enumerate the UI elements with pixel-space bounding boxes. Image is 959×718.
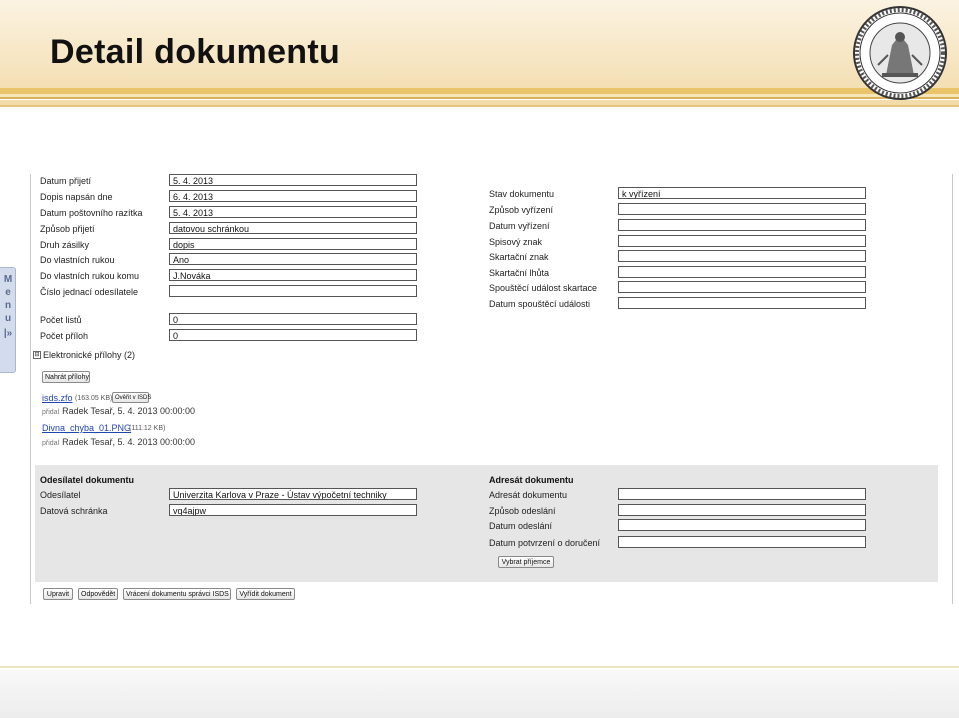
field-label-pocet-priloh: Počet příloh [40, 331, 89, 341]
menu-tab-letter: n [4, 300, 12, 311]
field-label-datum-potvrzeni: Datum potvrzení o doručení [489, 538, 601, 548]
field-label-do-vlastnich-rukou: Do vlastních rukou [40, 255, 115, 265]
zpusob-prijeti-field[interactable]: datovou schránkou [169, 222, 417, 234]
do-vlastnich-rukou-komu-field[interactable]: J.Nováka [169, 269, 417, 281]
attachment-size: (111.12 KB) [129, 425, 166, 432]
skartacni-znak-field[interactable] [618, 250, 866, 262]
upload-attachments-button[interactable]: Nahrát přílohy [42, 371, 90, 383]
reply-button[interactable]: Odpovědět [78, 588, 118, 600]
datum-prijeti-field[interactable]: 5. 4. 2013 [169, 174, 417, 186]
attachment-added-by: přidal Radek Tesař, 5. 4. 2013 00:00:00 [42, 437, 195, 447]
slide-title: Detail dokumentu [50, 33, 341, 71]
adresat-field[interactable] [618, 488, 866, 500]
datum-spousteci-udalosti-field[interactable] [618, 297, 866, 309]
added-by-text: Radek Tesař, 5. 4. 2013 00:00:00 [62, 406, 196, 416]
datum-odeslani-field[interactable] [618, 519, 866, 531]
field-label-zpusob-odeslani: Způsob odeslání [489, 506, 556, 516]
slide-footer [0, 670, 959, 718]
skartacni-lhuta-field[interactable] [618, 266, 866, 278]
sender-heading: Odesílatel dokumentu [40, 475, 135, 485]
menu-side-tab[interactable]: M e n u |» [0, 267, 16, 373]
attachment-size: (163.05 KB) [75, 395, 113, 402]
field-label-spisovy-znak: Spisový znak [489, 237, 543, 247]
druh-zasilky-field[interactable]: dopis [169, 238, 417, 250]
field-label-dopis-napsan: Dopis napsán dne [40, 192, 113, 202]
attachment-added-by: přidal Radek Tesař, 5. 4. 2013 00:00:00 [42, 406, 195, 416]
select-recipient-button[interactable]: Vybrat příjemce [498, 556, 554, 568]
menu-tab-letter: u [4, 313, 12, 324]
added-by-prefix: přidal [42, 409, 60, 416]
field-label-skartacni-znak: Skartační znak [489, 252, 549, 262]
field-label-datum-prijeti: Datum přijetí [40, 176, 92, 186]
zpusob-vyrizeni-field[interactable] [618, 203, 866, 215]
expand-menu-icon: |» [3, 328, 13, 339]
header-stripe [0, 105, 959, 107]
field-label-skartacni-lhuta: Skartační lhůta [489, 268, 550, 278]
spisovy-znak-field[interactable] [618, 235, 866, 247]
pocet-listu-field[interactable]: 0 [169, 313, 417, 325]
field-label-datum-spousteci-udalosti: Datum spouštěcí události [489, 299, 591, 309]
menu-tab-letter: M [3, 274, 13, 285]
edit-button[interactable]: Upravit [43, 588, 73, 600]
field-label-datum-odeslani: Datum odeslání [489, 521, 553, 531]
attachments-heading: Elektronické přílohy (2) [43, 350, 136, 360]
attachment-link[interactable]: Divna_chyba_01.PNG [42, 423, 131, 433]
recipient-heading: Adresát dokumentu [489, 475, 574, 485]
field-label-adresat: Adresát dokumentu [489, 490, 568, 500]
return-to-isds-admin-button[interactable]: Vrácení dokumentu správci ISDS [123, 588, 231, 600]
cislo-jednaci-field[interactable] [169, 285, 417, 297]
field-label-do-vlastnich-rukou-komu: Do vlastních rukou komu [40, 271, 140, 281]
datova-schranka-field[interactable]: vq4ajpw [169, 504, 417, 516]
resolve-document-button[interactable]: Vyřídit dokument [236, 588, 295, 600]
field-label-datova-schranka: Datová schránka [40, 506, 108, 516]
footer-stripe [0, 666, 959, 668]
spousteci-udalost-field[interactable] [618, 281, 866, 293]
field-label-zpusob-vyrizeni: Způsob vyřízení [489, 205, 554, 215]
odesilatel-field[interactable]: Univerzita Karlova v Praze - Ústav výpoč… [169, 488, 417, 500]
field-label-datum-vyrizeni: Datum vyřízení [489, 221, 550, 231]
stav-dokumentu-field[interactable]: k vyřízení [618, 187, 866, 199]
added-by-prefix: přidal [42, 440, 60, 447]
attachment-link[interactable]: isds.zfo [42, 393, 73, 403]
field-label-pocet-listu: Počet listů [40, 315, 82, 325]
pocet-priloh-field[interactable]: 0 [169, 329, 417, 341]
university-seal-logo [853, 6, 947, 100]
datum-razitka-field[interactable]: 5. 4. 2013 [169, 206, 417, 218]
zpusob-odeslani-field[interactable] [618, 504, 866, 516]
field-label-cislo-jednaci: Číslo jednací odesílatele [40, 287, 139, 297]
field-label-spousteci-udalost: Spouštěcí událost skartace [489, 283, 598, 293]
menu-tab-letter: e [5, 287, 11, 298]
header-stripe [0, 97, 959, 99]
do-vlastnich-rukou-field[interactable]: Ano [169, 253, 417, 265]
datum-vyrizeni-field[interactable] [618, 219, 866, 231]
collapse-attachments-icon[interactable]: ⊟ [33, 351, 41, 359]
field-label-zpusob-prijeti: Způsob přijetí [40, 224, 95, 234]
field-label-datum-razitka: Datum poštovního razítka [40, 208, 143, 218]
dopis-napsan-field[interactable]: 6. 4. 2013 [169, 190, 417, 202]
field-label-odesilatel: Odesílatel [40, 490, 81, 500]
field-label-stav-dokumentu: Stav dokumentu [489, 189, 555, 199]
field-label-druh-zasilky: Druh zásilky [40, 240, 90, 250]
datum-potvrzeni-field[interactable] [618, 536, 866, 548]
added-by-text: Radek Tesař, 5. 4. 2013 00:00:00 [62, 437, 196, 447]
verify-in-isds-button[interactable]: Ověřit v ISDS [112, 392, 151, 403]
